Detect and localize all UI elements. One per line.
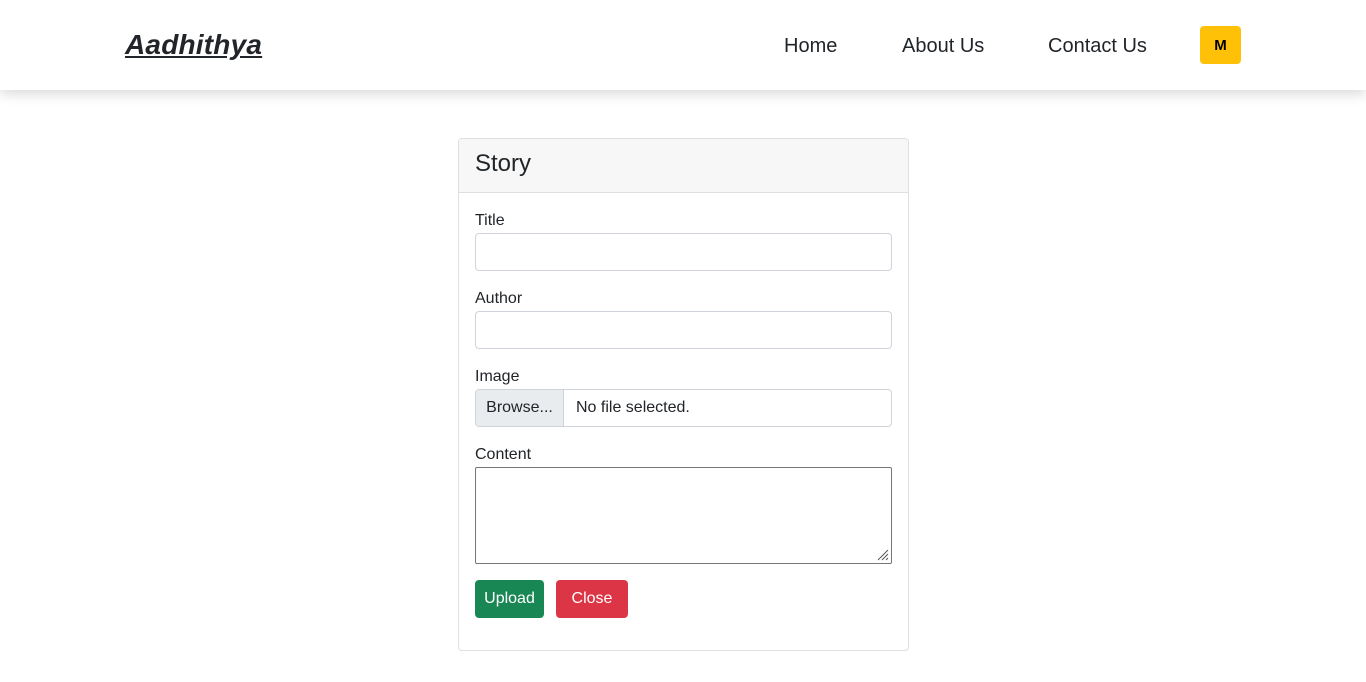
title-input[interactable] <box>475 233 892 271</box>
card-header-title: Story <box>459 139 908 193</box>
upload-button[interactable]: Upload <box>475 580 544 618</box>
content-textarea[interactable] <box>475 467 892 564</box>
image-label: Image <box>475 368 520 385</box>
file-status-text: No file selected. <box>576 399 690 416</box>
author-label: Author <box>475 290 523 307</box>
title-label: Title <box>475 212 505 229</box>
nav-about-link[interactable]: About Us <box>902 35 984 58</box>
nav-home-link[interactable]: Home <box>784 35 837 58</box>
content-label: Content <box>475 446 532 463</box>
close-button[interactable]: Close <box>556 580 628 618</box>
story-form-card: Story Title Author Image Browse... No fi… <box>458 138 909 651</box>
resize-grip-icon[interactable] <box>875 547 889 561</box>
nav-contact-link[interactable]: Contact Us <box>1048 35 1147 58</box>
browse-button[interactable]: Browse... <box>476 390 564 426</box>
author-input[interactable] <box>475 311 892 349</box>
user-avatar-button[interactable]: M <box>1200 26 1241 64</box>
top-navbar: Aadhithya Home About Us Contact Us M <box>0 0 1366 90</box>
image-file-input[interactable]: Browse... No file selected. <box>475 389 892 427</box>
brand-logo[interactable]: Aadhithya <box>125 29 262 61</box>
